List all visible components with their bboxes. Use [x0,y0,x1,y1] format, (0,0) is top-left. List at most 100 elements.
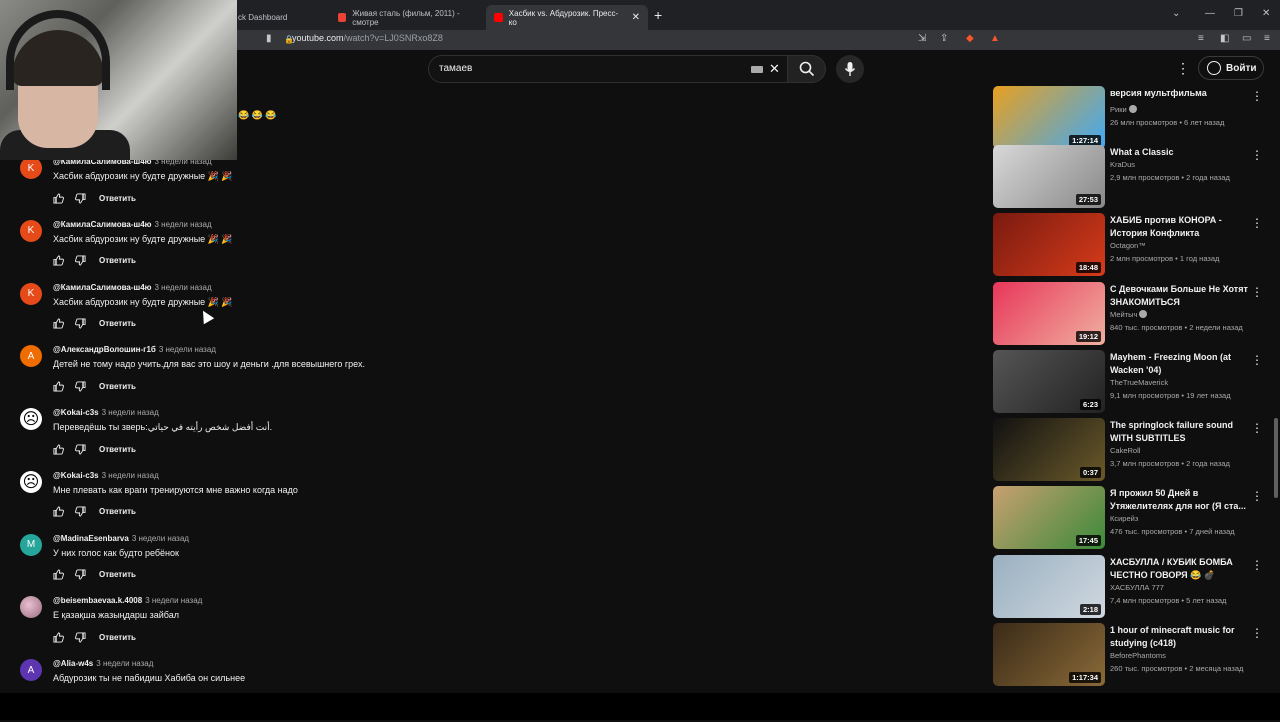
video-thumbnail[interactable]: 17:45 [993,486,1105,549]
dislike-icon[interactable] [75,443,86,455]
comment-time[interactable]: 3 недели назад [155,220,212,229]
comment-author[interactable]: @MadinaEsenbarva 3 недели назад [53,534,189,543]
like-icon[interactable] [53,381,64,392]
related-video[interactable]: 19:12 С Девочками Больше Не Хотят ЗНАКОМ… [993,282,1273,346]
share-icon[interactable]: ⇪ [940,33,948,44]
tab-zhivaya-stal[interactable]: Живая сталь (фильм, 2011) - смотре [330,5,485,30]
more-actions-icon[interactable]: ⋮ [1251,148,1263,162]
dislike-icon[interactable] [75,569,86,580]
dislike-icon[interactable] [75,381,86,392]
video-title[interactable]: ХАБИБ против КОНОРА - История Конфликта [1110,214,1255,240]
rewards-icon[interactable]: ▲ [990,33,1000,44]
reply-button[interactable]: Ответить [99,194,136,203]
tab-dashboard[interactable]: ck Dashboard [230,5,330,30]
reply-button[interactable]: Ответить [99,633,136,642]
reading-list-icon[interactable]: ≡ [1198,33,1204,44]
avatar[interactable]: K [20,157,42,179]
comment-author[interactable]: @КамилаСалимова-ш4ю 3 недели назад [53,283,212,292]
more-actions-icon[interactable]: ⋮ [1251,421,1263,435]
avatar[interactable]: ☹ [20,470,42,493]
more-actions-icon[interactable]: ⋮ [1251,353,1263,367]
voice-search-button[interactable] [836,55,864,83]
keyboard-icon[interactable] [751,66,763,73]
comment-time[interactable]: 3 недели назад [159,345,216,354]
dislike-icon[interactable] [75,192,86,204]
related-video[interactable]: 0:37 The springlock failure sound WITH S… [993,418,1273,482]
video-thumbnail[interactable]: 2:18 [993,555,1105,618]
sign-in-button[interactable]: Войти [1198,56,1264,80]
comment-time[interactable]: 3 недели назад [145,596,202,605]
more-actions-icon[interactable]: ⋮ [1251,216,1263,230]
video-thumbnail[interactable]: 1:27:14 [993,86,1105,149]
wallet-icon[interactable]: ▭ [1242,33,1251,44]
close-window-icon[interactable]: ✕ [1262,8,1270,19]
related-video[interactable]: 27:53 What a Classic KraDus 2,9 млн прос… [993,145,1273,209]
like-icon[interactable] [53,192,64,204]
avatar[interactable]: ☹ [20,408,42,430]
clear-search-icon[interactable]: ✕ [769,61,780,77]
brave-shield-icon[interactable]: ◆ [966,33,974,44]
channel-name[interactable]: Ксирейз [1110,514,1138,523]
channel-name[interactable]: TheTrueMaverick [1110,378,1168,387]
comment-author[interactable]: @beisembaevaa.k.4008 3 недели назад [53,596,202,605]
related-video[interactable]: 6:23 Mayhem - Freezing Moon (at Wacken '… [993,350,1273,414]
video-title[interactable]: The springlock failure sound WITH SUBTIT… [1110,419,1255,445]
comment-time[interactable]: 3 недели назад [102,471,159,480]
bookmark-icon[interactable]: ▮ [266,33,272,44]
channel-name[interactable]: KraDus [1110,160,1135,169]
menu-icon[interactable]: ≡ [1264,33,1270,44]
related-video[interactable]: 1:17:34 1 hour of minecraft music for st… [993,623,1273,687]
video-thumbnail[interactable]: 1:17:34 [993,623,1105,686]
comment-author[interactable]: @Kokai-c3s 3 недели назад [53,408,159,417]
video-title[interactable]: 1 hour of minecraft music for studying (… [1110,624,1255,650]
avatar[interactable]: K [20,219,42,242]
url-field[interactable]: youtube.com/watch?v=LJ0SNRxo8Z8 [292,33,443,43]
dislike-icon[interactable] [75,255,86,266]
comment-time[interactable]: 3 недели назад [96,659,153,668]
related-video[interactable]: 17:45 Я прожил 50 Дней в Утяжелителях дл… [993,486,1273,550]
reply-button[interactable]: Ответить [99,319,136,328]
channel-name[interactable]: CakeRoll [1110,446,1140,455]
channel-name[interactable]: Мейтыч [1110,310,1148,319]
channel-name[interactable]: Рики [1110,105,1137,114]
channel-name[interactable]: BeforePhantoms [1110,651,1166,660]
related-video[interactable]: 2:18 ХАСБУЛЛА / КУБИК БОМБА ЧЕСТНО ГОВОР… [993,555,1273,619]
like-icon[interactable] [53,632,64,643]
restore-icon[interactable]: ❐ [1234,8,1243,19]
like-icon[interactable] [53,443,64,455]
video-title[interactable]: версия мультфильма [1110,87,1255,100]
avatar[interactable]: M [20,533,42,556]
video-thumbnail[interactable]: 27:53 [993,145,1105,208]
related-video[interactable]: 1:27:14 версия мультфильма Рики 26 млн п… [993,86,1273,150]
comment-author[interactable]: @АлександрВолошин-г1б 3 недели назад [53,345,216,354]
video-thumbnail[interactable]: 19:12 [993,282,1105,345]
video-title[interactable]: Mayhem - Freezing Moon (at Wacken '04) [1110,351,1255,377]
settings-menu-icon[interactable]: ⋮ [1176,60,1190,77]
sidebar-icon[interactable]: ◧ [1220,33,1229,44]
avatar[interactable]: A [20,659,42,681]
search-box[interactable]: тамаев ✕ [428,55,788,83]
video-title[interactable]: ХАСБУЛЛА / КУБИК БОМБА ЧЕСТНО ГОВОРЯ 😂 💣 [1110,556,1255,582]
video-thumbnail[interactable]: 0:37 [993,418,1105,481]
new-tab-button[interactable]: + [654,7,662,23]
comment-time[interactable]: 3 недели назад [102,408,159,417]
minimize-icon[interactable]: — [1205,8,1215,19]
reply-button[interactable]: Ответить [99,507,136,516]
reply-button[interactable]: Ответить [99,570,136,579]
comment-time[interactable]: 3 недели назад [155,283,212,292]
comment-author[interactable]: @Alia-w4s 3 недели назад [53,659,153,668]
related-video[interactable]: 18:48 ХАБИБ против КОНОРА - История Конф… [993,213,1273,277]
like-icon[interactable] [53,506,64,517]
reply-button[interactable]: Ответить [99,382,136,391]
search-input[interactable]: тамаев [439,63,472,74]
like-icon[interactable] [53,255,64,266]
video-title[interactable]: С Девочками Больше Не Хотят ЗНАКОМИТЬСЯ [1110,283,1255,309]
more-actions-icon[interactable]: ⋮ [1251,626,1263,640]
more-actions-icon[interactable]: ⋮ [1251,89,1263,103]
comment-author[interactable]: @Kokai-c3s 3 недели назад [53,471,159,480]
tab-hasbik[interactable]: Хасбик vs. Абдурозик. Пресс-ко ✕ [486,5,648,30]
dislike-icon[interactable] [75,318,86,329]
avatar[interactable]: A [20,345,42,368]
channel-name[interactable]: Octagon™ [1110,241,1146,250]
page-scrollbar[interactable] [1274,418,1278,498]
